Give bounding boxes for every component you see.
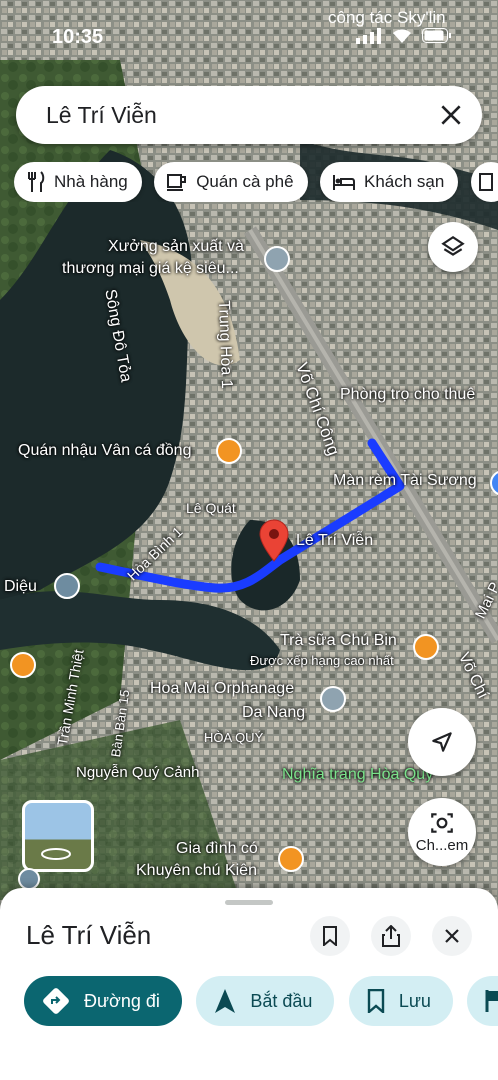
map-label-gia-dinh[interactable]: Gia đình có bbox=[176, 840, 258, 858]
restaurant-marker[interactable] bbox=[216, 438, 242, 464]
map-label-gia-dinh-2[interactable]: Khuyên chú Kiên bbox=[136, 862, 257, 880]
search-bar[interactable]: Lê Trí Viễn bbox=[16, 86, 482, 144]
share-button[interactable] bbox=[371, 916, 411, 956]
map-label-orphanage[interactable]: Hoa Mai Orphanage bbox=[150, 680, 294, 698]
status-place-label: công tác Sky'lin bbox=[328, 8, 446, 27]
status-time: 10:35 bbox=[52, 26, 104, 48]
directions-icon bbox=[43, 988, 69, 1014]
wifi-icon bbox=[393, 29, 411, 43]
pegman-marker[interactable] bbox=[18, 868, 40, 890]
chip-cafes[interactable]: Quán cà phê bbox=[154, 162, 308, 202]
chip-label: Nhà hàng bbox=[54, 172, 128, 191]
battery-icon bbox=[422, 28, 451, 43]
chip-label: Quán cà phê bbox=[196, 172, 294, 191]
camera-button-label: Ch...em bbox=[415, 836, 469, 854]
chip-label: Khách sạn bbox=[364, 172, 445, 191]
destination-label[interactable]: Lê Trí Viễn bbox=[296, 532, 373, 550]
chip-hotels[interactable]: Khách sạn bbox=[320, 162, 459, 202]
close-icon bbox=[445, 929, 459, 943]
area-label-hoa-quy: HÒA QUÝ bbox=[204, 730, 264, 745]
navigation-arrow-icon bbox=[215, 989, 236, 1013]
save-icon-button[interactable] bbox=[310, 916, 350, 956]
home-indicator-area bbox=[0, 1060, 498, 1080]
chip-more[interactable] bbox=[470, 162, 498, 202]
layers-button[interactable] bbox=[428, 222, 478, 272]
signal-icon bbox=[356, 28, 381, 44]
map-label-dieu[interactable]: Diệu bbox=[4, 578, 37, 596]
map-label-factory-2[interactable]: thương mại giá kệ siêu... bbox=[62, 260, 239, 278]
chip-restaurants[interactable]: Nhà hàng bbox=[14, 162, 142, 202]
cafe-marker-bottom[interactable] bbox=[278, 846, 304, 872]
location-pin-icon[interactable] bbox=[258, 518, 290, 562]
map-label-phong-tro[interactable]: Phòng trọ cho thuê bbox=[340, 386, 475, 404]
map-label-orphanage-2[interactable]: Da Nang bbox=[242, 704, 305, 722]
search-query[interactable]: Lê Trí Viễn bbox=[46, 102, 157, 129]
directions-label: Đường đi bbox=[84, 990, 160, 1011]
street-view-thumbnail[interactable] bbox=[22, 800, 94, 872]
place-bottom-sheet[interactable]: Lê Trí Viễn Đường đi Bắt đầu Lưu bbox=[0, 888, 498, 1080]
more-action-button[interactable] bbox=[467, 976, 498, 1026]
street-label-nguyen-quy-canh: Nguyễn Quý Cảnh bbox=[76, 764, 200, 781]
flag-icon bbox=[485, 990, 498, 1012]
sheet-drag-handle[interactable] bbox=[225, 900, 273, 905]
street-label-trung-hoa: Trung Hòa 1 bbox=[215, 300, 236, 389]
rotate-360-icon bbox=[41, 848, 71, 860]
bookmark-icon bbox=[323, 926, 337, 946]
close-icon[interactable] bbox=[438, 102, 464, 128]
street-label-le-quat: Lê Quát bbox=[186, 500, 236, 516]
map-label-man-rem[interactable]: Màn rèm Tài Sương bbox=[333, 472, 477, 490]
place-title: Lê Trí Viễn bbox=[26, 920, 152, 950]
orphanage-marker[interactable] bbox=[320, 686, 346, 712]
directions-button[interactable]: Đường đi bbox=[24, 976, 182, 1026]
save-label: Lưu bbox=[398, 990, 431, 1011]
map-label-tra-sua-rating: Được xếp hạng cao nhất bbox=[250, 653, 394, 668]
start-label: Bắt đầu bbox=[250, 990, 313, 1011]
map-label-cemetery[interactable]: Nghĩa trang Hòa Quý bbox=[282, 766, 433, 784]
camera-explore-button[interactable]: Ch...em bbox=[408, 798, 476, 866]
bookmark-icon bbox=[367, 989, 385, 1013]
camera-search-icon bbox=[431, 812, 453, 833]
map-label-quan-nhau[interactable]: Quán nhậu Vân cá đồng bbox=[18, 442, 191, 460]
coffee-icon bbox=[167, 174, 187, 191]
cafe-marker-left[interactable] bbox=[10, 652, 36, 678]
layers-icon bbox=[441, 235, 465, 256]
navigation-arrow-icon bbox=[432, 732, 452, 752]
status-bar: 10:35 công tác Sky'lin bbox=[0, 8, 498, 52]
my-location-button[interactable] bbox=[408, 708, 476, 776]
start-button[interactable]: Bắt đầu bbox=[196, 976, 335, 1026]
share-icon bbox=[382, 925, 400, 947]
gear-marker[interactable] bbox=[54, 573, 80, 599]
fork-knife-icon bbox=[28, 171, 45, 192]
cafe-marker[interactable] bbox=[413, 634, 439, 660]
save-button[interactable]: Lưu bbox=[348, 976, 453, 1026]
bed-icon bbox=[333, 175, 355, 190]
more-category-icon bbox=[478, 173, 493, 191]
poi-grey-marker[interactable] bbox=[264, 246, 290, 272]
category-chips: Nhà hàng Quán cà phê Khách sạn bbox=[14, 162, 498, 202]
close-sheet-button[interactable] bbox=[432, 916, 472, 956]
map-label-tra-sua[interactable]: Trà sữa Chú Bin bbox=[280, 632, 397, 650]
action-buttons: Đường đi Bắt đầu Lưu bbox=[24, 976, 498, 1028]
map-label-factory[interactable]: Xưởng sản xuất và bbox=[108, 238, 244, 256]
